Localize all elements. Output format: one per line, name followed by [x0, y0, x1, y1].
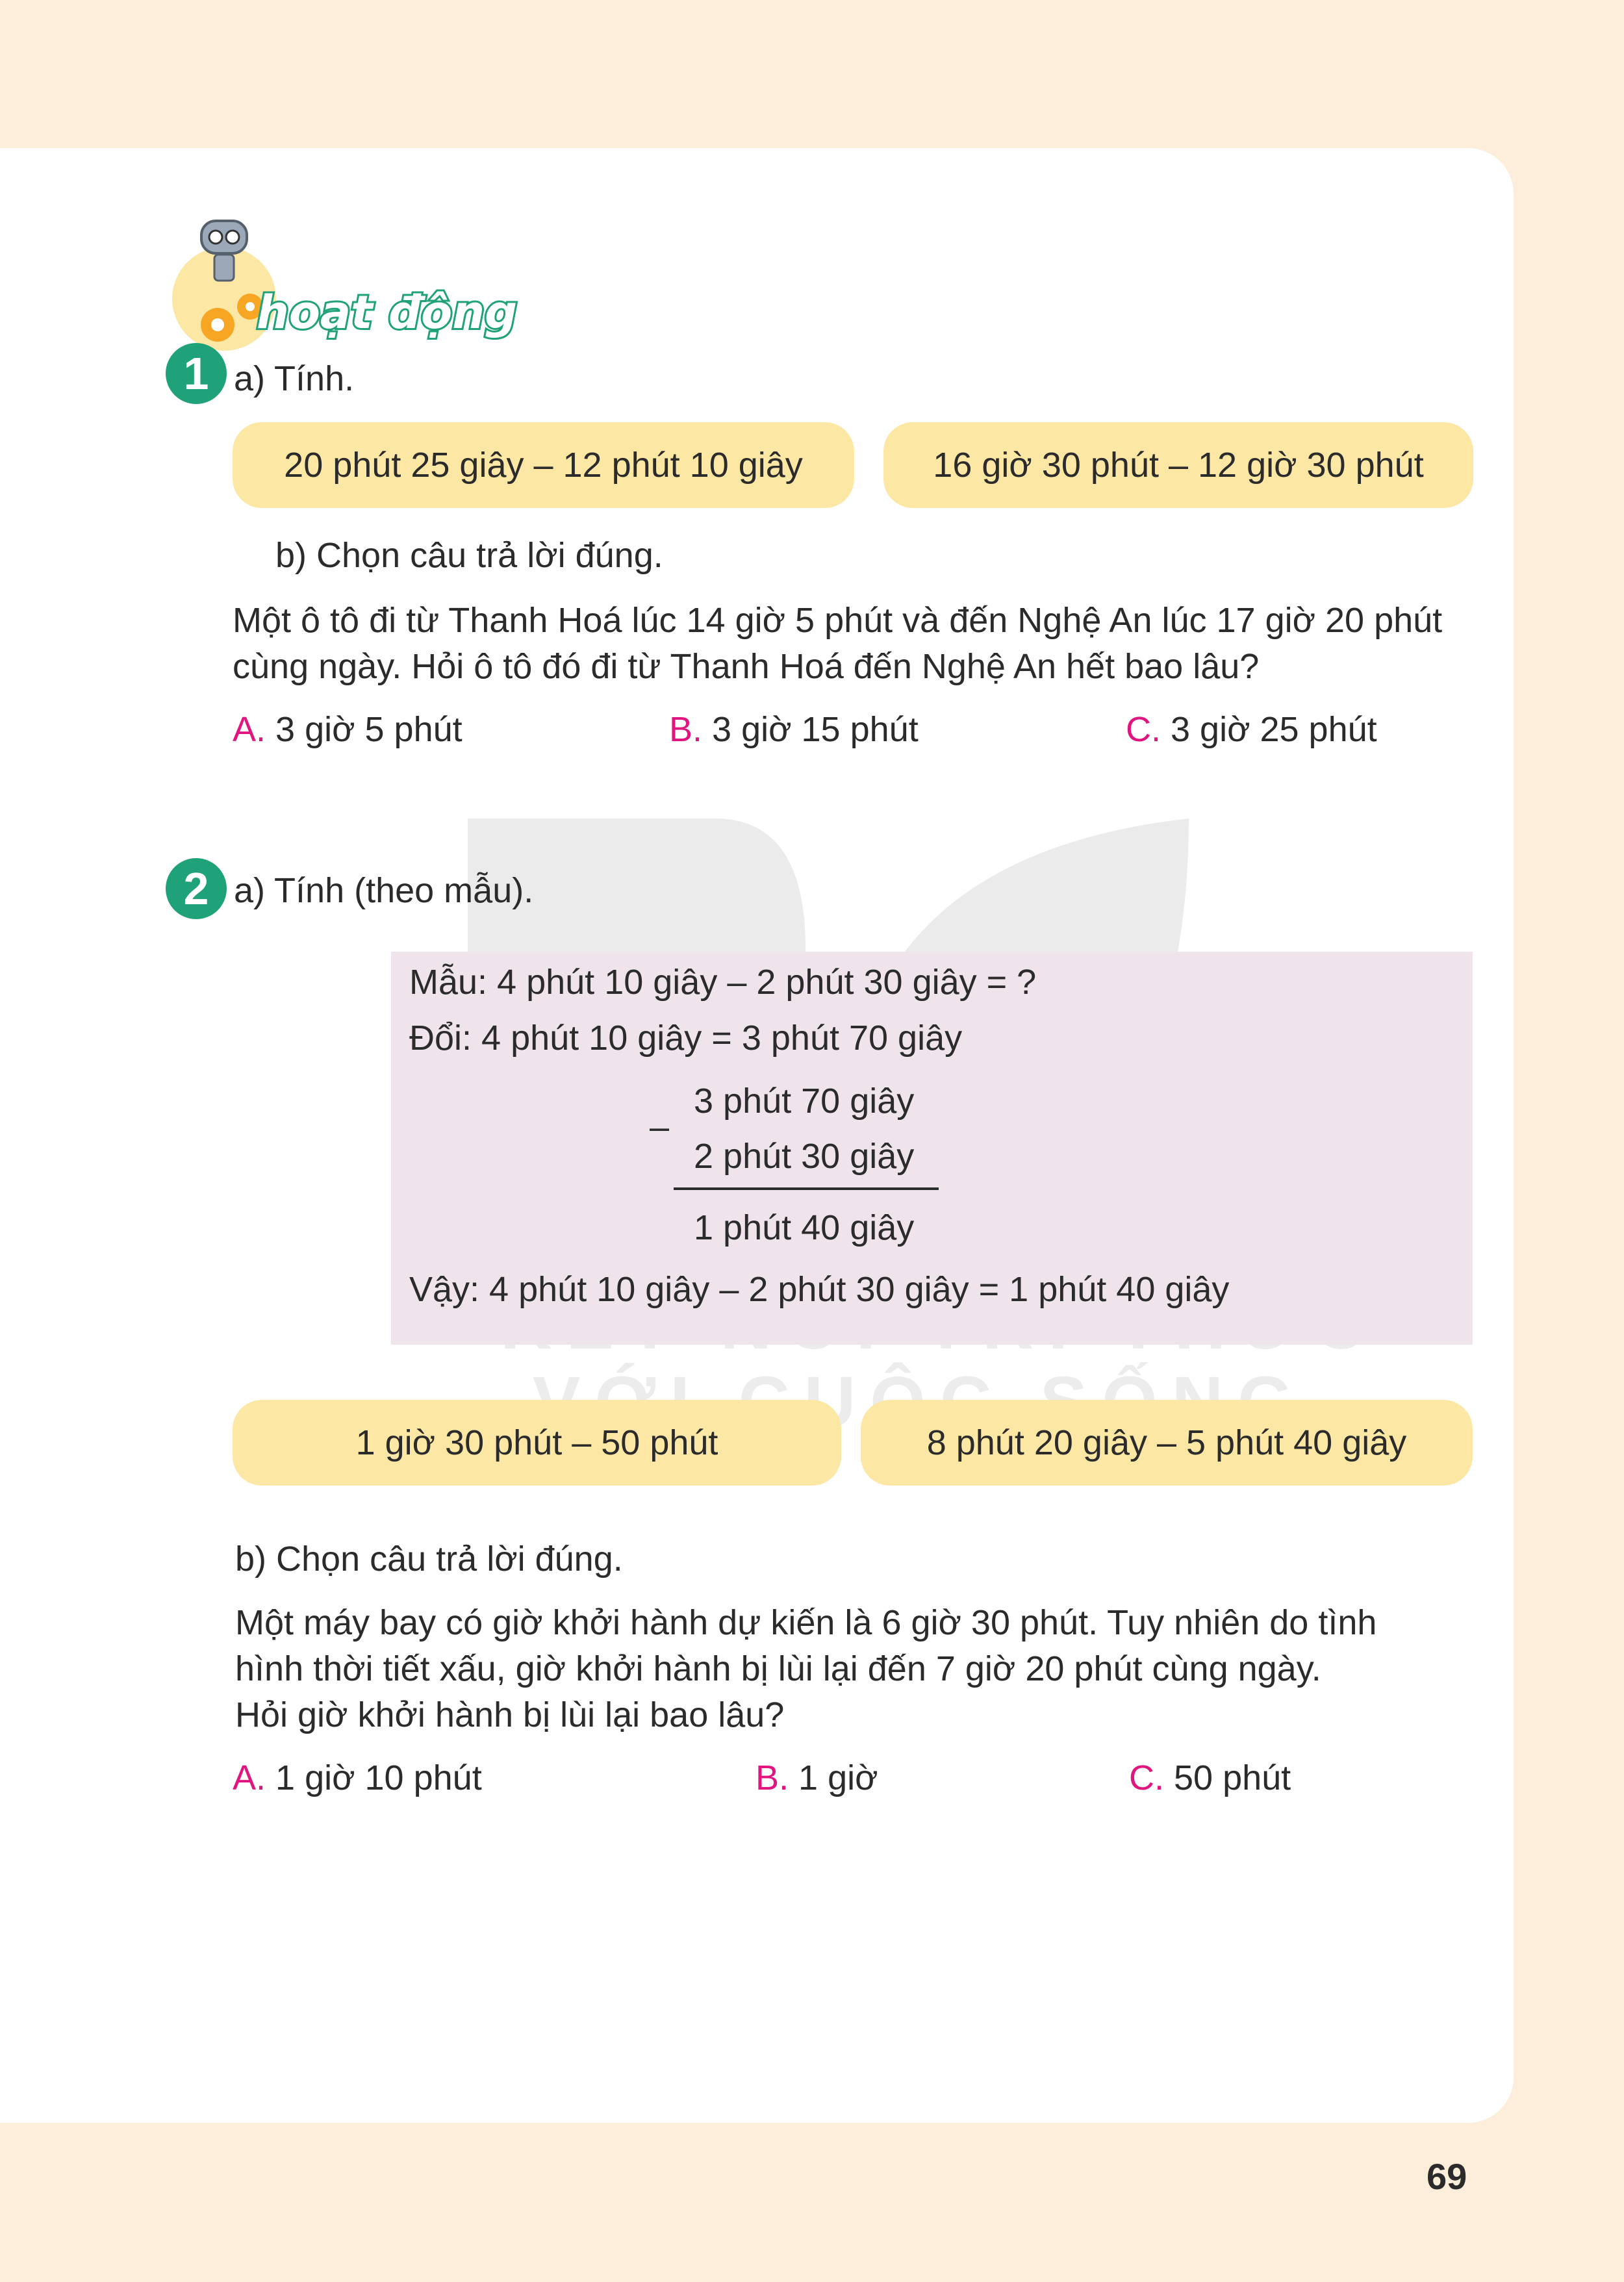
- activity-2-problem: Một máy bay có giờ khởi hành dự kiến là …: [235, 1600, 1471, 1738]
- activity-2-option-b[interactable]: B. 1 giờ: [755, 1755, 878, 1801]
- option-text: 1 giờ: [798, 1758, 878, 1797]
- sample-line-1: Mẫu: 4 phút 10 giây – 2 phút 30 giây = ?: [409, 963, 1037, 1002]
- activity-1-part-b-label: b) Chọn câu trả lời đúng.: [275, 536, 663, 575]
- option-text: 50 phút: [1174, 1758, 1291, 1797]
- option-letter: B.: [755, 1758, 789, 1797]
- activity-1-option-c[interactable]: C. 3 giờ 25 phút: [1126, 707, 1377, 752]
- activity-1-part-a-label: a) Tính.: [234, 359, 355, 398]
- option-letter: C.: [1126, 710, 1161, 749]
- activity-1-badge: 1: [166, 343, 227, 404]
- option-letter: A.: [233, 1758, 266, 1797]
- activity-1-option-a[interactable]: A. 3 giờ 5 phút: [233, 707, 463, 752]
- sample-line-2: Đổi: 4 phút 10 giây = 3 phút 70 giây: [409, 1019, 963, 1058]
- activity-2-expression-1: 1 giờ 30 phút – 50 phút: [233, 1400, 841, 1486]
- section-label: hoạt động: [255, 284, 519, 341]
- option-letter: C.: [1129, 1758, 1164, 1797]
- activity-2-part-b-label: b) Chọn câu trả lời đúng.: [235, 1540, 623, 1578]
- option-text: 3 giờ 5 phút: [275, 710, 463, 749]
- option-text: 3 giờ 15 phút: [712, 710, 919, 749]
- activity-2-option-c[interactable]: C. 50 phút: [1129, 1755, 1291, 1801]
- activity-1-problem: Một ô tô đi từ Thanh Hoá lúc 14 giờ 5 ph…: [233, 598, 1470, 690]
- page-number: 69: [1427, 2156, 1467, 2197]
- activity-2-badge: 2: [166, 858, 227, 919]
- problem-line: Một máy bay có giờ khởi hành dự kiến là …: [235, 1603, 1377, 1642]
- minus-sign: –: [650, 1108, 670, 1147]
- problem-line: cùng ngày. Hỏi ô tô đó đi từ Thanh Hoá đ…: [233, 647, 1260, 686]
- option-letter: B.: [669, 710, 703, 749]
- activity-2-expression-2: 8 phút 20 giây – 5 phút 40 giây: [861, 1400, 1473, 1486]
- sample-result: 1 phút 40 giây: [694, 1208, 915, 1247]
- activity-2-part-a-label: a) Tính (theo mẫu).: [234, 871, 534, 910]
- activity-1-expression-2: 16 giờ 30 phút – 12 giờ 30 phút: [883, 422, 1473, 508]
- sample-minuend: 3 phút 70 giây: [694, 1082, 915, 1121]
- problem-line: Hỏi giờ khởi hành bị lùi lại bao lâu?: [235, 1695, 785, 1734]
- option-letter: A.: [233, 710, 266, 749]
- activity-1-option-b[interactable]: B. 3 giờ 15 phút: [669, 707, 919, 752]
- option-text: 1 giờ 10 phút: [275, 1758, 482, 1797]
- sample-conclusion: Vậy: 4 phút 10 giây – 2 phút 30 giây = 1…: [409, 1270, 1230, 1309]
- subtraction-rule: [674, 1187, 939, 1190]
- activity-1-expression-1: 20 phút 25 giây – 12 phút 10 giây: [233, 422, 854, 508]
- activity-2-option-a[interactable]: A. 1 giờ 10 phút: [233, 1755, 482, 1801]
- problem-line: Một ô tô đi từ Thanh Hoá lúc 14 giờ 5 ph…: [233, 601, 1443, 640]
- problem-line: hình thời tiết xấu, giờ khởi hành bị lùi…: [235, 1649, 1321, 1688]
- sample-subtrahend: 2 phút 30 giây: [694, 1137, 915, 1176]
- option-text: 3 giờ 25 phút: [1171, 710, 1377, 749]
